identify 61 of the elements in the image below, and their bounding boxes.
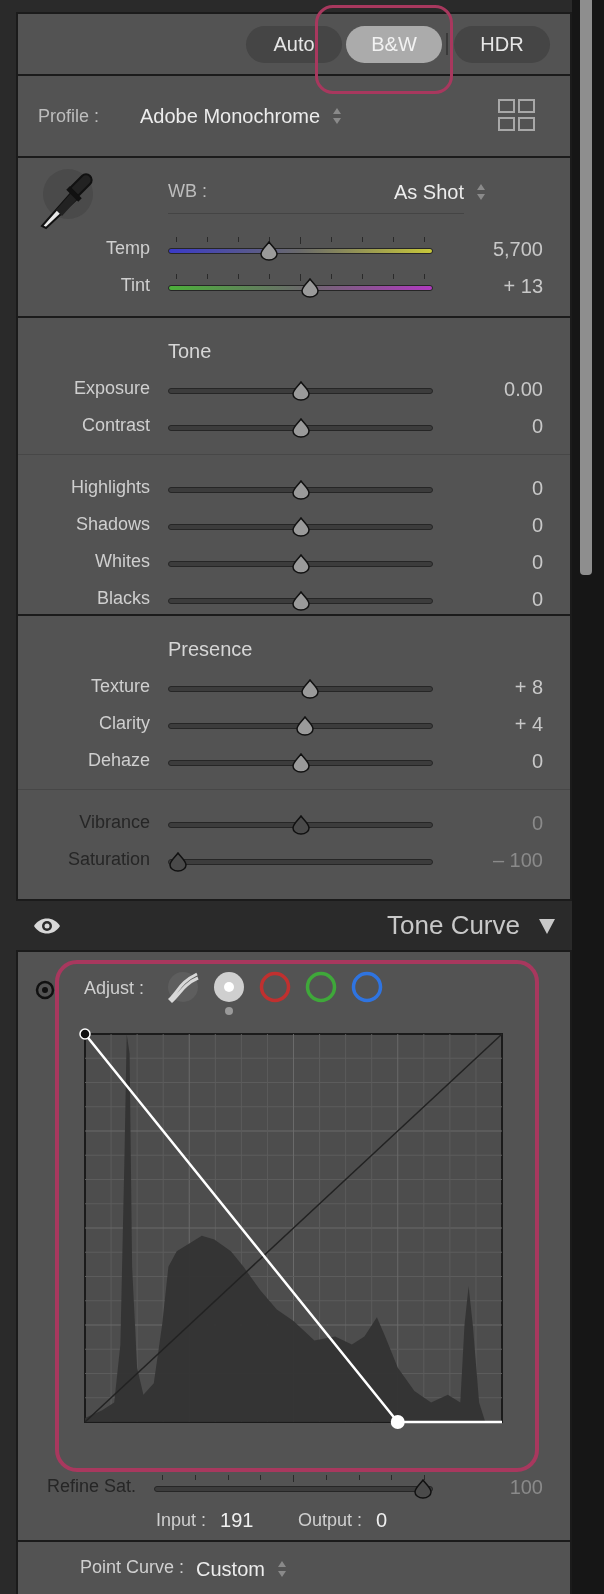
- slider-label: Shadows: [75, 513, 150, 536]
- scrollbar-thumb[interactable]: [580, 0, 592, 575]
- slider-value: 5,700: [492, 236, 543, 262]
- slider-thumb[interactable]: [290, 553, 311, 574]
- slider-value: 0: [531, 748, 543, 774]
- parametric-curve-icon[interactable]: [166, 970, 201, 1004]
- slider-label: Exposure: [73, 377, 150, 400]
- preset-button[interactable]: Auto: [246, 25, 342, 63]
- slider-label: Whites: [95, 550, 150, 573]
- slider-thumb[interactable]: [290, 479, 311, 500]
- slider-value: 0: [531, 549, 543, 575]
- slider-label: Highlights: [70, 476, 150, 499]
- slider-thumb[interactable]: [290, 380, 311, 401]
- section-heading: Tone: [168, 339, 212, 364]
- slider-thumb[interactable]: [258, 240, 279, 261]
- slider-thumb[interactable]: [295, 715, 316, 736]
- slider[interactable]: [168, 236, 433, 261]
- wb-dropdown[interactable]: As Shot: [393, 176, 486, 207]
- input-value[interactable]: 191: [220, 1505, 285, 1535]
- up-down-icon: [332, 107, 343, 125]
- slider-label: Blacks: [97, 587, 150, 610]
- slider-label: Contrast: [81, 414, 150, 437]
- grid-icon[interactable]: [498, 99, 536, 133]
- slider-value: 0: [531, 413, 543, 439]
- point-curve-label: Point Curve :: [80, 1556, 185, 1579]
- slider-value: + 4: [514, 711, 543, 737]
- point-curve-dropdown[interactable]: Custom: [196, 1554, 287, 1584]
- slider-value: 0.00: [504, 376, 543, 402]
- profile-dropdown[interactable]: Adobe Monochrome: [140, 101, 343, 131]
- up-down-icon: [276, 1560, 287, 1578]
- slider-value: 0: [531, 475, 543, 501]
- slider-thumb[interactable]: [290, 516, 311, 537]
- input-label: Input :: [156, 1508, 207, 1532]
- preset-button[interactable]: HDR: [454, 25, 550, 63]
- slider-label: Dehaze: [87, 749, 150, 772]
- channel-ring-icon[interactable]: [304, 970, 339, 1004]
- slider-thumb[interactable]: [290, 752, 311, 773]
- point-curve-icon[interactable]: [212, 970, 247, 1004]
- slider-label: Clarity: [99, 712, 150, 735]
- slider[interactable]: [168, 273, 433, 298]
- slider-value: 0: [531, 512, 543, 538]
- slider-label: Temp: [106, 237, 150, 260]
- adjust-label: Adjust :: [84, 977, 145, 1000]
- collapse-triangle-icon[interactable]: [538, 916, 556, 935]
- slider-label: Texture: [90, 675, 150, 698]
- slider-value: + 8: [514, 674, 543, 700]
- output-value[interactable]: 0: [376, 1505, 388, 1535]
- target-icon[interactable]: [35, 980, 55, 1000]
- slider-thumb[interactable]: [300, 678, 321, 699]
- up-down-icon: [476, 182, 486, 201]
- wb-label: WB :: [168, 180, 207, 203]
- profile-label: Profile :: [38, 104, 101, 128]
- section-heading: Presence: [168, 637, 253, 662]
- slider-value: 0: [531, 586, 543, 612]
- output-label: Output :: [298, 1508, 363, 1532]
- slider-label: Tint: [120, 274, 150, 297]
- slider-thumb[interactable]: [290, 417, 311, 438]
- panel-title: Tone Curve: [387, 909, 520, 942]
- slider-value: + 13: [503, 273, 543, 299]
- slider-thumb[interactable]: [290, 590, 311, 611]
- slider-thumb[interactable]: [300, 277, 321, 298]
